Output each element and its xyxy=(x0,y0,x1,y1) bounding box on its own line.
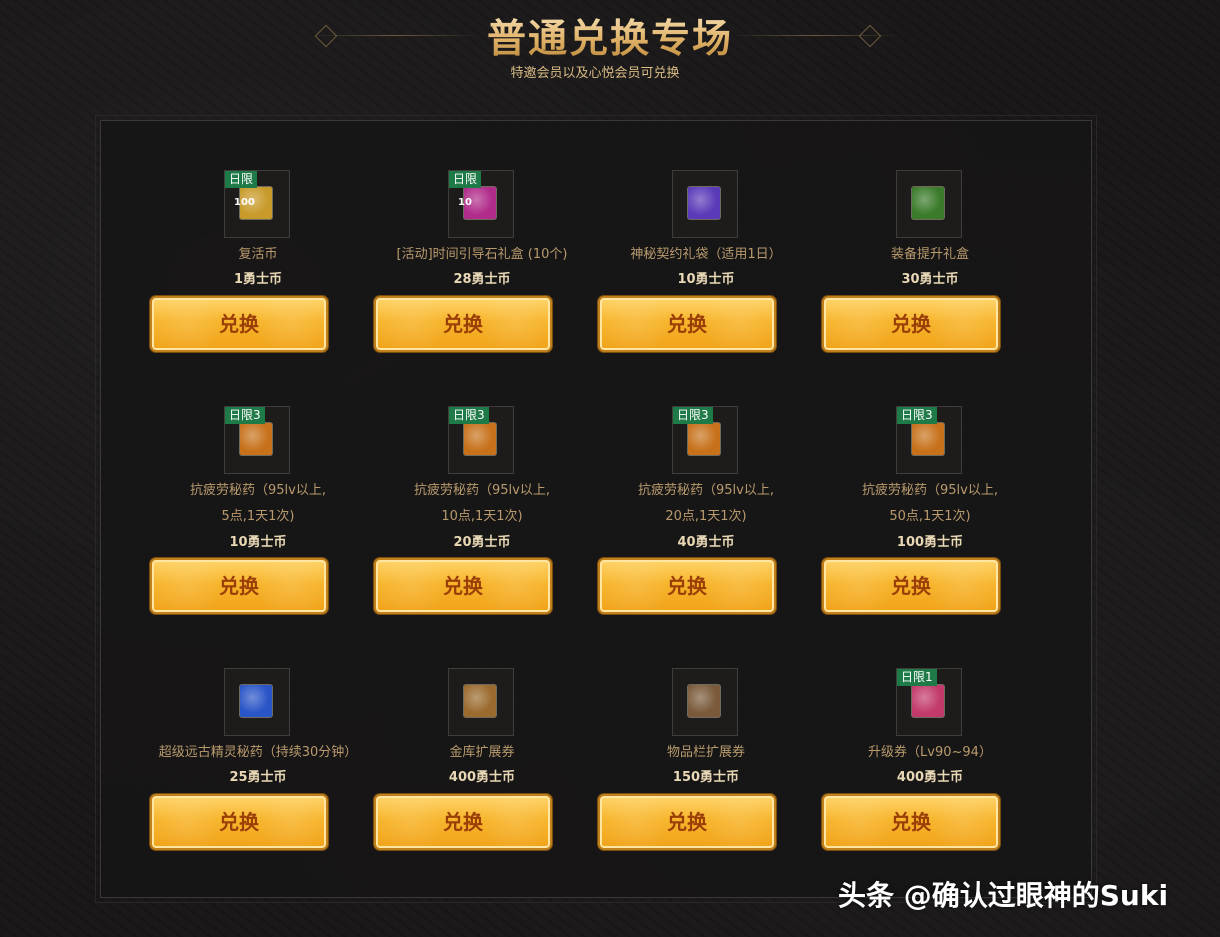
item-price: 150勇士币 xyxy=(672,770,740,785)
exchange-button[interactable]: 兑换 xyxy=(822,794,1000,850)
item-name: 物品栏扩展券 xyxy=(666,745,745,760)
page-title: 普通兑换专场 xyxy=(0,8,1220,64)
exchange-button[interactable]: 兑换 xyxy=(598,296,776,352)
elven-potion-icon xyxy=(239,684,273,718)
exchange-button[interactable]: 兑换 xyxy=(822,296,1000,352)
item-price: 20勇士币 xyxy=(453,535,511,550)
item-price: 10勇士币 xyxy=(229,535,287,550)
daily-limit-badge: 日限3 xyxy=(449,407,489,424)
item-icon-frame[interactable] xyxy=(672,668,738,736)
item-name: 抗疲劳秘药（95lv以上, xyxy=(862,483,998,498)
item-price: 10勇士币 xyxy=(677,272,735,287)
item-icon-frame[interactable]: 日限3 xyxy=(672,406,738,474)
item-price: 40勇士币 xyxy=(677,535,735,550)
item-icon-frame[interactable] xyxy=(224,668,290,736)
page-header: 普通兑换专场 特邀会员以及心悦会员可兑换 xyxy=(0,0,1220,100)
item-icon-frame[interactable]: 100 日限 xyxy=(224,170,290,238)
item-icon-frame[interactable]: 日限3 xyxy=(224,406,290,474)
item-icon-frame[interactable]: 日限1 xyxy=(896,668,962,736)
item-icon-frame[interactable]: 10 日限 xyxy=(448,170,514,238)
exchange-button[interactable]: 兑换 xyxy=(150,558,328,614)
item-price: 28勇士币 xyxy=(453,272,511,287)
item-name: 抗疲劳秘药（95lv以上, xyxy=(190,483,326,498)
item-quantity: 100 xyxy=(234,197,255,208)
item-icon-frame[interactable]: 日限3 xyxy=(448,406,514,474)
item-name-line2: 20点,1天1次) xyxy=(665,509,747,524)
exchange-button[interactable]: 兑换 xyxy=(374,558,552,614)
daily-limit-badge: 日限3 xyxy=(673,407,713,424)
daily-limit-badge: 日限3 xyxy=(897,407,937,424)
item-name-line2: 10点,1天1次) xyxy=(441,509,523,524)
item-name: 神秘契约礼袋（适用1日） xyxy=(630,247,782,262)
exchange-button[interactable]: 兑换 xyxy=(374,794,552,850)
item-name: 抗疲劳秘药（95lv以上, xyxy=(638,483,774,498)
item-name: 抗疲劳秘药（95lv以上, xyxy=(414,483,550,498)
item-name: [活动]时间引导石礼盒 (10个) xyxy=(396,247,568,262)
exchange-button[interactable]: 兑换 xyxy=(598,794,776,850)
item-icon-frame[interactable] xyxy=(448,668,514,736)
item-price: 25勇士币 xyxy=(229,770,287,785)
item-name: 装备提升礼盒 xyxy=(890,247,969,262)
exchange-button[interactable]: 兑换 xyxy=(598,558,776,614)
watermark: 头条 @确认过眼神的Suki xyxy=(838,879,1169,912)
fatigue-potion-icon xyxy=(911,422,945,456)
exchange-button[interactable]: 兑换 xyxy=(822,558,1000,614)
item-name: 金库扩展券 xyxy=(449,745,515,760)
item-price: 400勇士币 xyxy=(896,770,964,785)
exchange-button[interactable]: 兑换 xyxy=(150,296,328,352)
vault-expansion-icon xyxy=(463,684,497,718)
item-name: 复活币 xyxy=(238,247,278,262)
exchange-button[interactable]: 兑换 xyxy=(374,296,552,352)
inventory-expansion-icon xyxy=(687,684,721,718)
item-price: 100勇士币 xyxy=(896,535,964,550)
item-quantity: 10 xyxy=(458,197,472,208)
fatigue-potion-icon xyxy=(463,422,497,456)
item-name-line2: 50点,1天1次) xyxy=(889,509,971,524)
daily-limit-badge: 日限1 xyxy=(897,669,937,686)
item-price: 1勇士币 xyxy=(233,272,283,287)
item-name: 升级券（Lv90~94） xyxy=(868,745,992,760)
item-icon-frame[interactable]: 日限3 xyxy=(896,406,962,474)
page-subtitle: 特邀会员以及心悦会员可兑换 xyxy=(510,66,680,81)
mystery-pouch-icon xyxy=(687,186,721,220)
fatigue-potion-icon xyxy=(687,422,721,456)
item-name: 超级远古精灵秘药（持续30分钟） xyxy=(158,745,358,760)
daily-limit-badge: 日限 xyxy=(225,171,258,188)
level-up-ticket-icon xyxy=(911,684,945,718)
daily-limit-badge: 日限 xyxy=(449,171,482,188)
item-price: 30勇士币 xyxy=(901,272,959,287)
item-icon-frame[interactable] xyxy=(672,170,738,238)
daily-limit-badge: 日限3 xyxy=(225,407,265,424)
exchange-button[interactable]: 兑换 xyxy=(150,794,328,850)
item-price: 400勇士币 xyxy=(448,770,516,785)
gear-upgrade-box-icon xyxy=(911,186,945,220)
item-icon-frame[interactable] xyxy=(896,170,962,238)
item-name-line2: 5点,1天1次) xyxy=(221,509,295,524)
fatigue-potion-icon xyxy=(239,422,273,456)
